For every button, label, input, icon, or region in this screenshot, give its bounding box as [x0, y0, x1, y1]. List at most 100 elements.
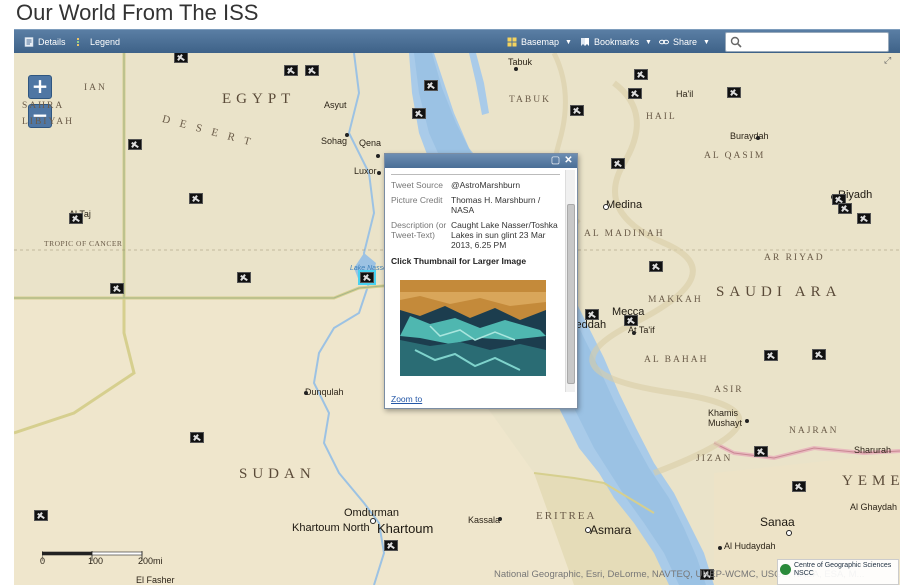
- photo-marker[interactable]: [174, 53, 188, 63]
- search-box[interactable]: [725, 32, 889, 52]
- close-icon[interactable]: ✕: [563, 155, 574, 166]
- popup-header: ▢ ✕: [385, 154, 577, 168]
- field-key: Description (or Tweet-Text): [391, 220, 447, 240]
- popup-field: Picture Credit Thomas H. Marshburn / NAS…: [391, 195, 560, 215]
- city-qena: Qena: [359, 138, 382, 148]
- toolbar: Details Legend Basemap ▼ Bookmarks ▼ Share…: [14, 29, 900, 53]
- photo-marker[interactable]: [34, 510, 48, 521]
- city-dot: [376, 154, 380, 158]
- chevron-down-icon: ▼: [703, 38, 710, 46]
- city-dot: [345, 133, 349, 137]
- photo-marker[interactable]: [764, 350, 778, 361]
- city-asyut: Asyut: [324, 100, 347, 110]
- share-button[interactable]: Share ▼: [659, 34, 710, 50]
- photo-marker[interactable]: [649, 261, 663, 272]
- city-khartoum-north: Khartoum North: [292, 522, 370, 534]
- scrollbar-thumb[interactable]: [567, 204, 575, 384]
- map-label-egypt: EGYPT: [222, 91, 296, 107]
- zoom-in-button[interactable]: +: [28, 75, 52, 99]
- popup-scrollbar[interactable]: [565, 170, 575, 392]
- photo-marker[interactable]: [792, 481, 806, 492]
- city-dot: [718, 546, 722, 550]
- city-dot: [377, 171, 381, 175]
- city-dot: [756, 136, 760, 140]
- city-dot: [632, 331, 636, 335]
- photo-marker[interactable]: [128, 139, 142, 150]
- maximize-icon[interactable]: ▢: [550, 155, 561, 166]
- photo-marker[interactable]: [838, 203, 852, 214]
- city-luxor: Luxor: [354, 166, 377, 176]
- city-dot: [498, 517, 502, 521]
- details-icon: [24, 37, 34, 47]
- city-dot: [585, 527, 591, 533]
- field-value: Thomas H. Marshburn / NASA: [451, 195, 541, 215]
- map-label-tabuk: TABUK: [509, 95, 551, 105]
- photo-marker[interactable]: [585, 309, 599, 320]
- thumbnail-image[interactable]: [400, 280, 546, 376]
- city-dot: [370, 518, 376, 524]
- map-label-ian: IAN: [84, 83, 107, 93]
- map-label-tropic-of-cancer: TROPIC OF CANCER: [44, 239, 123, 248]
- field-key: Tweet Source: [391, 180, 443, 190]
- photo-marker[interactable]: [624, 315, 638, 326]
- map-label-libiyah: LIBIYAH: [22, 117, 74, 127]
- search-input[interactable]: [746, 35, 884, 50]
- photo-marker[interactable]: [190, 432, 204, 443]
- city-dot: [304, 391, 308, 395]
- photo-marker[interactable]: [812, 349, 826, 360]
- city-sohag: Sohag: [321, 136, 348, 146]
- details-button[interactable]: Details: [24, 34, 66, 50]
- photo-marker[interactable]: [237, 272, 251, 283]
- city-tabuk: Tabuk: [508, 57, 533, 67]
- scale-label-zero: 0: [40, 556, 46, 566]
- logo-icon: [780, 564, 791, 575]
- city-al-ghaydah: Al Ghaydah: [850, 502, 898, 512]
- legend-icon: [77, 38, 79, 46]
- city-hail: Ha'il: [676, 89, 694, 99]
- city-el-fasher: El Fasher: [136, 575, 175, 585]
- link-icon: [659, 39, 669, 45]
- photo-marker[interactable]: [110, 283, 124, 294]
- map-label-eritrea: ERITREA: [536, 510, 597, 522]
- photo-marker[interactable]: [634, 69, 648, 80]
- popup-field: Description (or Tweet-Text) Caught Lake …: [391, 220, 560, 250]
- photo-marker-selected[interactable]: [358, 270, 376, 285]
- photo-marker[interactable]: [69, 213, 83, 224]
- bookmarks-button[interactable]: Bookmarks ▼: [580, 34, 652, 50]
- city-dot: [745, 419, 749, 423]
- photo-marker[interactable]: [754, 446, 768, 457]
- scale-label-mid: 100: [88, 556, 104, 566]
- photo-marker[interactable]: [727, 87, 741, 98]
- field-key: Picture Credit: [391, 195, 443, 205]
- photo-marker[interactable]: [857, 213, 871, 224]
- map-label-makkah: MAKKAH: [648, 295, 703, 305]
- popup-field: Tweet Source @AstroMarshburn: [391, 180, 560, 190]
- legend-label: Legend: [90, 37, 121, 47]
- photo-marker[interactable]: [570, 105, 584, 116]
- bookmarks-icon: [581, 38, 589, 46]
- photo-marker[interactable]: [424, 80, 438, 91]
- map-label-saudi-arabia: SAUDI ARA: [716, 284, 842, 300]
- photo-marker[interactable]: [628, 88, 642, 99]
- map-label-yemen: YEMEN: [842, 473, 900, 489]
- legend-button[interactable]: Legend: [76, 34, 120, 50]
- map-label-al-qasim: AL QASIM: [704, 151, 766, 161]
- map-label-al-madinah: AL MADINAH: [584, 229, 665, 239]
- chevron-down-icon: ▼: [645, 38, 652, 46]
- photo-marker[interactable]: [611, 158, 625, 169]
- photo-marker[interactable]: [305, 65, 319, 76]
- map-label-asir: ASIR: [714, 385, 744, 395]
- photo-marker[interactable]: [412, 108, 426, 119]
- basemap-button[interactable]: Basemap ▼: [507, 34, 572, 50]
- expand-icon[interactable]: ⤢: [884, 55, 894, 65]
- city-dot: [603, 204, 609, 210]
- city-asmara: Asmara: [590, 523, 632, 537]
- zoom-to-link[interactable]: Zoom to: [391, 394, 422, 404]
- field-value: @AstroMarshburn: [451, 180, 521, 190]
- photo-marker[interactable]: [284, 65, 298, 76]
- photo-marker[interactable]: [189, 193, 203, 204]
- photo-marker[interactable]: [384, 540, 398, 551]
- city-sanaa: Sanaa: [760, 515, 795, 529]
- basemap-label: Basemap: [521, 37, 560, 47]
- app-title: Our World From The ISS: [16, 0, 259, 25]
